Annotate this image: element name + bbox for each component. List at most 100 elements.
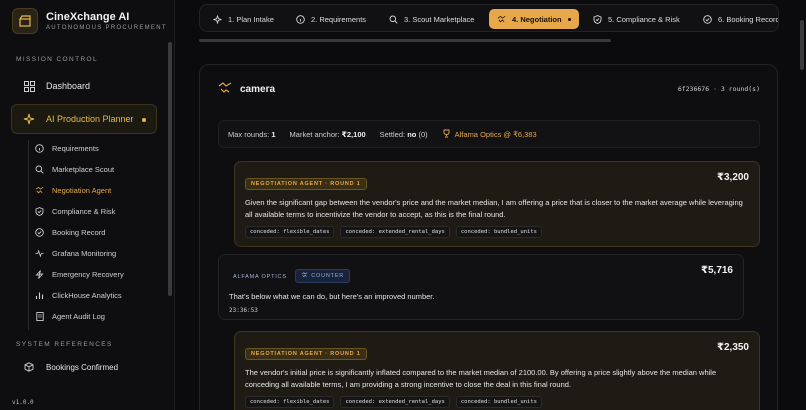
sidebar-item-emergency-recovery[interactable]: Emergency Recovery <box>35 267 165 281</box>
check-circle-icon <box>703 14 712 24</box>
nav-bookings-confirmed[interactable]: Bookings Confirmed <box>14 354 164 380</box>
settled-status: Settled: no (0) <box>379 129 428 139</box>
sidebar-item-label: Agent Audit Log <box>52 311 105 321</box>
concession-tag: conceded: bundled_units <box>455 396 542 408</box>
shield-check-icon <box>35 206 44 216</box>
negotiation-summary: Max rounds: 1 Market anchor: ₹2,100 Sett… <box>218 120 760 148</box>
max-rounds: Max rounds: 1 <box>228 129 276 139</box>
sidebar-scrollbar[interactable] <box>168 42 172 296</box>
agent-message: Given the significant gap between the ve… <box>245 198 743 219</box>
box-icon <box>22 360 36 374</box>
section-mission-control: MISSION CONTROL <box>16 56 99 63</box>
concession-tags: conceded: flexible_dates conceded: exten… <box>245 226 749 238</box>
sidebar-item-agent-audit-log[interactable]: Agent Audit Log <box>35 309 165 323</box>
sidebar-item-label: Grafana Monitoring <box>52 248 117 258</box>
document-icon <box>35 311 44 321</box>
handshake-icon <box>218 82 232 97</box>
message-timestamp: 23:36:53 <box>229 307 258 314</box>
negotiation-round-card: NEGOTIATION AGENT · ROUND 1 ₹3,200 Given… <box>234 161 760 247</box>
nav-dashboard-label: Dashboard <box>46 81 91 91</box>
step-plan-intake[interactable]: 1. Plan Intake <box>213 9 274 29</box>
offer-price: ₹3,200 <box>717 172 749 183</box>
step-label: 6. Booking Record <box>718 14 779 24</box>
concession-tag: conceded: extended_rental_days <box>340 396 450 408</box>
handshake-icon <box>497 15 506 24</box>
vendor-counter-card: ALFAMA OPTICS COUNTER ₹5,716 That's belo… <box>218 254 744 320</box>
sidebar-item-label: Marketplace Scout <box>52 164 115 174</box>
check-circle-icon <box>35 227 44 237</box>
active-dot <box>567 17 571 21</box>
offer-price: ₹2,350 <box>717 342 749 353</box>
sparkle-icon <box>213 14 222 24</box>
clapperboard-icon <box>12 8 38 34</box>
handshake-icon <box>301 272 308 280</box>
brand-tagline: AUTONOMOUS PROCUREMENT <box>46 24 167 31</box>
vendor-message: That's below what we can do, but here's … <box>229 292 435 301</box>
grid-icon <box>22 79 36 93</box>
session-meta: 6f236676 · 3 round(s) <box>677 85 760 93</box>
sidebar-item-booking-record[interactable]: Booking Record <box>35 225 165 239</box>
sidebar-item-requirements[interactable]: Requirements <box>35 141 165 155</box>
negotiation-panel: camera 6f236676 · 3 round(s) Max rounds:… <box>199 64 778 410</box>
agent-round-badge: NEGOTIATION AGENT · ROUND 1 <box>245 178 367 190</box>
handshake-icon <box>35 186 44 195</box>
sidebar: CineXchange AI AUTONOMOUS PROCUREMENT MI… <box>0 0 175 410</box>
step-label: 5. Compliance & Risk <box>608 14 680 24</box>
vendor-badge: ALFAMA OPTICS <box>233 274 287 280</box>
sidebar-item-clickhouse-analytics[interactable]: ClickHouse Analytics <box>35 288 165 302</box>
activity-icon <box>35 249 44 258</box>
counter-price: ₹5,716 <box>701 265 733 276</box>
concession-tags: conceded: flexible_dates conceded: exten… <box>245 396 749 408</box>
trophy-icon <box>442 129 451 140</box>
step-negotiation[interactable]: 4. Negotiation <box>489 9 579 29</box>
sidebar-item-label: Compliance & Risk <box>52 206 116 216</box>
sparkle-icon <box>22 112 36 126</box>
nav-dashboard[interactable]: Dashboard <box>14 73 164 99</box>
bar-chart-icon <box>35 291 44 300</box>
step-label: 1. Plan Intake <box>228 14 274 24</box>
step-label: 2. Requirements <box>311 14 367 24</box>
negotiation-round-card: NEGOTIATION AGENT · ROUND 1 ₹2,350 The v… <box>234 331 760 410</box>
sidebar-item-label: Emergency Recovery <box>52 269 124 279</box>
sidebar-item-label: Requirements <box>52 143 99 153</box>
planner-subnav: Requirements Marketplace Scout Negotiati… <box>28 140 124 330</box>
search-icon <box>35 165 44 174</box>
concession-tag: conceded: bundled_units <box>455 226 542 238</box>
step-compliance-risk[interactable]: 5. Compliance & Risk <box>593 9 680 29</box>
nav-bookings-label: Bookings Confirmed <box>46 362 119 372</box>
active-dot <box>142 118 146 122</box>
nav-ai-production-planner[interactable]: AI Production Planner <box>11 104 157 134</box>
concession-tag: conceded: flexible_dates <box>245 396 335 408</box>
info-icon <box>35 143 44 153</box>
brand[interactable]: CineXchange AI AUTONOMOUS PROCUREMENT <box>12 8 167 34</box>
agent-round-badge: NEGOTIATION AGENT · ROUND 1 <box>245 348 367 360</box>
shield-check-icon <box>593 14 602 24</box>
step-label: 4. Negotiation <box>512 14 562 24</box>
brand-name: CineXchange AI <box>46 10 130 23</box>
sidebar-item-compliance-risk[interactable]: Compliance & Risk <box>35 204 165 218</box>
nav-planner-label: AI Production Planner <box>46 114 134 124</box>
agent-message: The vendor's initial price is significan… <box>245 368 717 389</box>
bolt-icon <box>35 269 44 279</box>
section-system-references: SYSTEM REFERENCES <box>16 341 113 348</box>
step-booking-record[interactable]: 6. Booking Record <box>703 9 779 29</box>
steps-scrollbar[interactable] <box>199 39 611 42</box>
step-requirements[interactable]: 2. Requirements <box>296 9 366 29</box>
search-icon <box>389 15 398 24</box>
concession-tag: conceded: flexible_dates <box>245 226 335 238</box>
sidebar-item-label: Negotiation Agent <box>52 185 112 195</box>
best-offer: Alfama Optics @ ₹6,383 <box>442 129 537 140</box>
item-name: camera <box>240 84 276 95</box>
sidebar-item-negotiation-agent[interactable]: Negotiation Agent <box>35 183 165 197</box>
info-icon <box>296 14 305 24</box>
sidebar-item-marketplace-scout[interactable]: Marketplace Scout <box>35 162 165 176</box>
sidebar-item-label: Booking Record <box>52 227 106 237</box>
sidebar-item-grafana-monitoring[interactable]: Grafana Monitoring <box>35 246 165 260</box>
version-label: v1.0.0 <box>12 399 34 406</box>
workflow-steps: 1. Plan Intake 2. Requirements 3. Scout … <box>199 4 779 32</box>
step-scout-marketplace[interactable]: 3. Scout Marketplace <box>389 9 474 29</box>
panel-title: camera <box>218 82 275 97</box>
page-scrollbar[interactable] <box>800 20 804 70</box>
market-anchor: Market anchor: ₹2,100 <box>289 129 366 139</box>
step-label: 3. Scout Marketplace <box>404 14 475 24</box>
